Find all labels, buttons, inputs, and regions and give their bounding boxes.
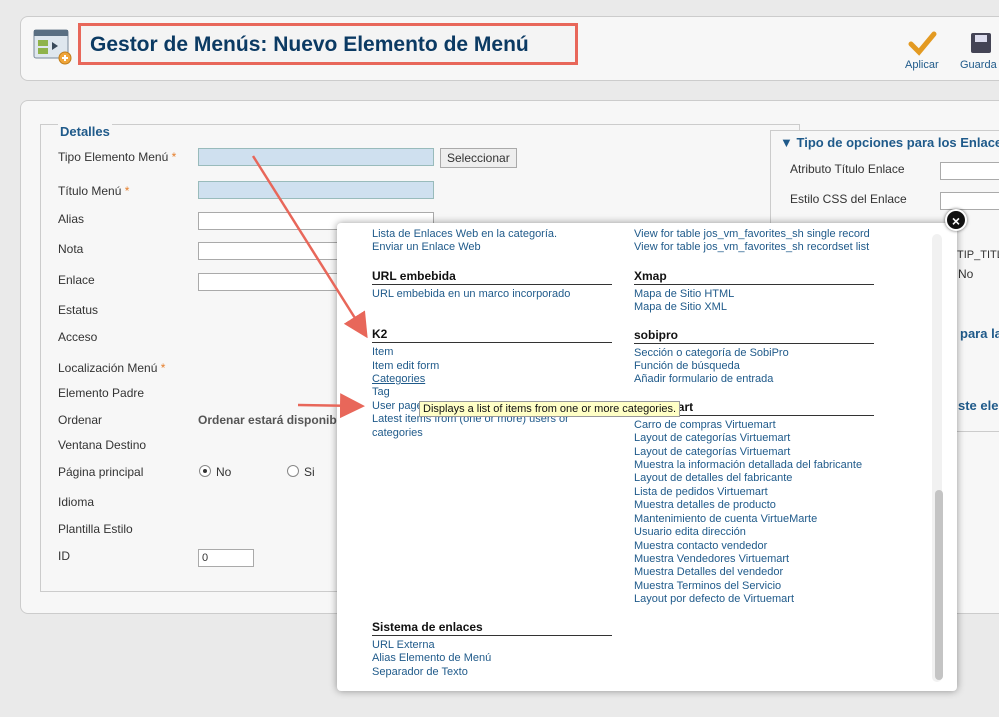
annotation-arrows — [251, 155, 368, 419]
arrow-to-user-page — [297, 393, 365, 419]
arrow-to-k2 — [251, 155, 368, 339]
